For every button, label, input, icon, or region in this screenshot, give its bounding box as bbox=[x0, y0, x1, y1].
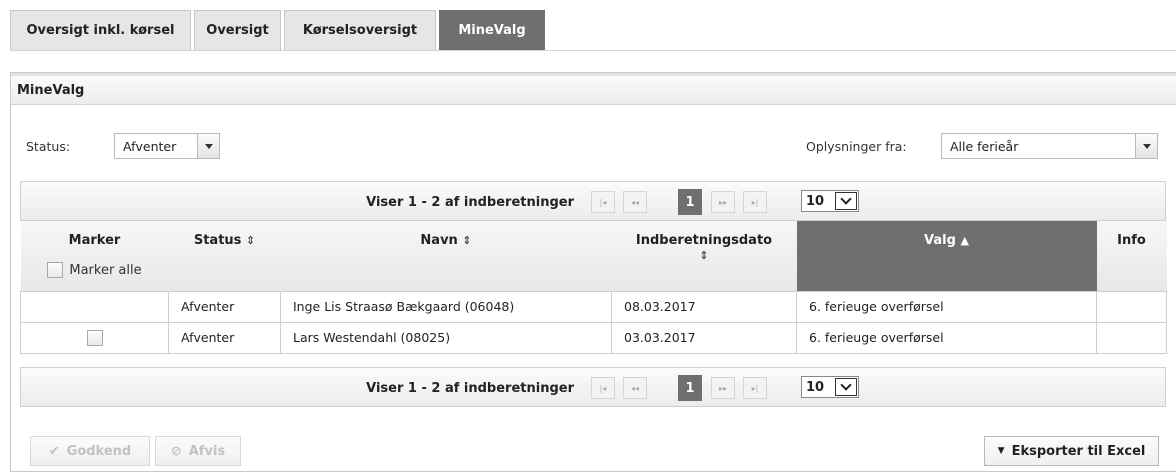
last-page-icon[interactable]: ▸| bbox=[743, 377, 767, 399]
last-page-icon[interactable]: ▸| bbox=[743, 191, 767, 213]
row-status: Afventer bbox=[168, 321, 281, 354]
approve-button[interactable]: ✔ Godkend bbox=[30, 436, 150, 466]
records-table: Marker Marker alle Status ⇕ Navn ⇕ Indbe… bbox=[20, 221, 1167, 354]
ban-icon: ⊘ bbox=[170, 443, 182, 459]
tab-divider bbox=[10, 50, 1176, 51]
page-size-select[interactable]: 10 bbox=[801, 190, 859, 212]
marker-all-checkbox[interactable] bbox=[47, 262, 64, 278]
first-page-icon[interactable]: |◂ bbox=[591, 191, 615, 213]
row-marker-cell bbox=[20, 321, 169, 354]
reject-button[interactable]: ⊘ Afvis bbox=[155, 436, 241, 466]
sort-icon: ⇕ bbox=[245, 234, 256, 247]
tab-bar: Oversigt inkl. kørsel Oversigt Kørselsov… bbox=[10, 10, 548, 50]
sort-ascending-icon: ▲ bbox=[960, 234, 969, 247]
pager-bottom: Viser 1 - 2 af indberetninger |◂ ◂◂ 1 ▸▸… bbox=[20, 367, 1166, 407]
status-dropdown-value: Afventer bbox=[123, 138, 177, 154]
row-info bbox=[1096, 321, 1167, 354]
tab-korselsoversigt[interactable]: Kørselsoversigt bbox=[284, 10, 436, 50]
next-page-icon[interactable]: ▸▸ bbox=[711, 191, 735, 213]
tab-oversigt-inkl-korsel[interactable]: Oversigt inkl. kørsel bbox=[10, 10, 191, 50]
row-info bbox=[1096, 290, 1167, 323]
row-marker-cell bbox=[20, 290, 169, 323]
panel-title: MineValg bbox=[11, 73, 1176, 105]
chevron-down-icon[interactable] bbox=[197, 134, 219, 158]
pager-info: Viser 1 - 2 af indberetninger bbox=[366, 380, 574, 396]
row-choice: 6. ferieuge overførsel bbox=[796, 321, 1097, 354]
pager-top: Viser 1 - 2 af indberetninger |◂ ◂◂ 1 ▸▸… bbox=[20, 181, 1166, 221]
row-date: 08.03.2017 bbox=[611, 290, 797, 323]
column-name[interactable]: Navn ⇕ bbox=[280, 221, 612, 292]
page-size-select[interactable]: 10 bbox=[801, 376, 859, 398]
row-name: Inge Lis Straasø Bækgaard (06048) bbox=[280, 290, 612, 323]
previous-page-icon[interactable]: ◂◂ bbox=[623, 191, 647, 213]
checkmark-icon: ✔ bbox=[48, 443, 60, 459]
previous-page-icon[interactable]: ◂◂ bbox=[623, 377, 647, 399]
status-filter-label: Status: bbox=[26, 139, 71, 154]
row-name: Lars Westendahl (08025) bbox=[280, 321, 612, 354]
row-checkbox[interactable] bbox=[86, 329, 103, 346]
pager-info: Viser 1 - 2 af indberetninger bbox=[366, 194, 574, 210]
current-page-button[interactable]: 1 bbox=[678, 375, 702, 401]
sort-icon: ⇕ bbox=[462, 234, 472, 247]
next-page-icon[interactable]: ▸▸ bbox=[711, 377, 735, 399]
chevron-down-icon[interactable] bbox=[1135, 134, 1157, 158]
marker-all[interactable]: Marker alle bbox=[22, 262, 168, 278]
column-info: Info bbox=[1096, 221, 1167, 292]
caret-down-icon: ▼ bbox=[997, 446, 1005, 456]
chevron-down-icon bbox=[835, 192, 857, 210]
tab-minevalg[interactable]: MineValg bbox=[439, 10, 545, 50]
sort-icon: ⇕ bbox=[699, 249, 709, 262]
column-marker: Marker Marker alle bbox=[20, 221, 169, 292]
row-date: 03.03.2017 bbox=[611, 321, 797, 354]
chevron-down-icon bbox=[835, 378, 857, 396]
column-choice[interactable]: Valg ▲ bbox=[796, 221, 1097, 292]
export-excel-button[interactable]: ▼ Eksporter til Excel bbox=[984, 436, 1159, 466]
table-row: Afventer Lars Westendahl (08025) 03.03.2… bbox=[20, 321, 1167, 354]
tab-oversigt[interactable]: Oversigt bbox=[194, 10, 281, 50]
table-row: Afventer Inge Lis Straasø Bækgaard (0604… bbox=[20, 290, 1167, 323]
source-dropdown[interactable]: Alle ferieår bbox=[941, 133, 1158, 159]
row-status: Afventer bbox=[168, 290, 281, 323]
first-page-icon[interactable]: |◂ bbox=[591, 377, 615, 399]
current-page-button[interactable]: 1 bbox=[678, 189, 702, 215]
column-status[interactable]: Status ⇕ bbox=[168, 221, 281, 292]
row-choice: 6. ferieuge overførsel bbox=[796, 290, 1097, 323]
source-filter-label: Oplysninger fra: bbox=[806, 139, 907, 154]
status-dropdown[interactable]: Afventer bbox=[114, 133, 220, 159]
column-date[interactable]: Indberetningsdato ⇕ bbox=[611, 221, 797, 292]
source-dropdown-value: Alle ferieår bbox=[950, 138, 1019, 154]
